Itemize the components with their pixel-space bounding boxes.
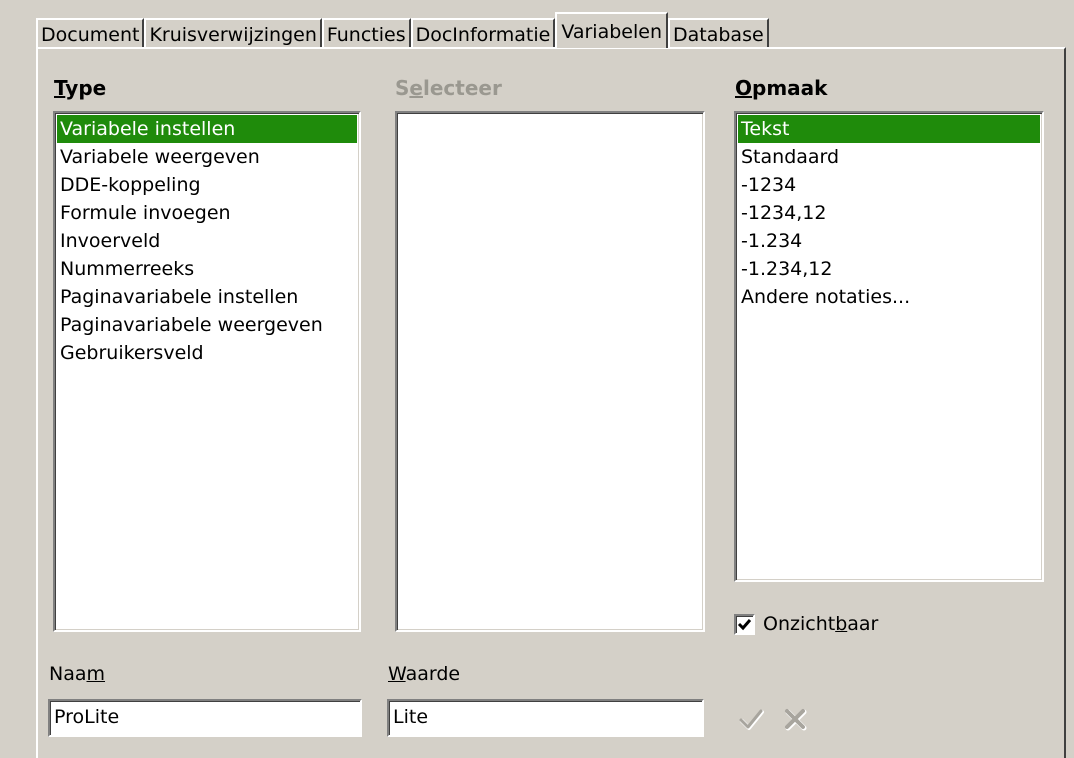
list-item[interactable]: -1234 [738, 171, 1040, 199]
list-item[interactable]: Tekst [738, 115, 1040, 143]
list-item[interactable]: Paginavariabele instellen [57, 283, 357, 311]
list-item[interactable]: Standaard [738, 143, 1040, 171]
delete-button[interactable] [782, 706, 808, 732]
select-label: Selecteer [395, 76, 502, 100]
tab-database[interactable]: Database [668, 18, 769, 48]
apply-button[interactable] [738, 706, 764, 732]
tab-bar: Document Kruisverwijzingen Functies DocI… [36, 12, 769, 48]
checkmark-icon [739, 709, 764, 730]
tab-functies[interactable]: Functies [321, 18, 411, 48]
tab-kruisverwijzingen[interactable]: Kruisverwijzingen [144, 18, 322, 48]
tab-docinformatie[interactable]: DocInformatie [410, 18, 556, 48]
tab-variabelen[interactable]: Variabelen [555, 12, 668, 48]
value-field[interactable]: Lite [387, 699, 704, 737]
list-item[interactable]: -1.234,12 [738, 255, 1040, 283]
list-item[interactable]: -1234,12 [738, 199, 1040, 227]
list-item[interactable]: -1.234 [738, 227, 1040, 255]
list-item[interactable]: Variabele instellen [57, 115, 357, 143]
type-label: Type [54, 76, 107, 100]
value-label: Waarde [388, 663, 461, 685]
list-item[interactable]: Paginavariabele weergeven [57, 311, 357, 339]
x-delete-icon [785, 709, 807, 731]
list-item[interactable]: DDE-koppeling [57, 171, 357, 199]
name-field[interactable]: ProLite [48, 699, 362, 737]
tab-document[interactable]: Document [36, 18, 145, 48]
list-item[interactable]: Andere notaties... [738, 283, 1040, 311]
check-mark-icon [737, 618, 752, 630]
fields-dialog: Document Kruisverwijzingen Functies DocI… [0, 0, 1074, 758]
invisible-checkbox[interactable] [734, 613, 755, 635]
list-item[interactable]: Invoerveld [57, 227, 357, 255]
list-item[interactable]: Nummerreeks [57, 255, 357, 283]
invisible-checkbox-label: Onzichtbaar [763, 613, 879, 635]
invisible-checkbox-row[interactable]: Onzichtbaar [734, 613, 878, 635]
list-item[interactable]: Formule invoegen [57, 199, 357, 227]
select-listbox[interactable] [395, 111, 705, 632]
type-listbox[interactable]: Variabele instellen Variabele weergeven … [53, 111, 361, 632]
list-item[interactable]: Gebruikersveld [57, 339, 357, 367]
format-listbox[interactable]: Tekst Standaard -1234 -1234,12 -1.234 -1… [734, 111, 1044, 582]
name-label: Naam [49, 663, 106, 685]
list-item[interactable]: Variabele weergeven [57, 143, 357, 171]
format-label: Opmaak [735, 76, 828, 100]
